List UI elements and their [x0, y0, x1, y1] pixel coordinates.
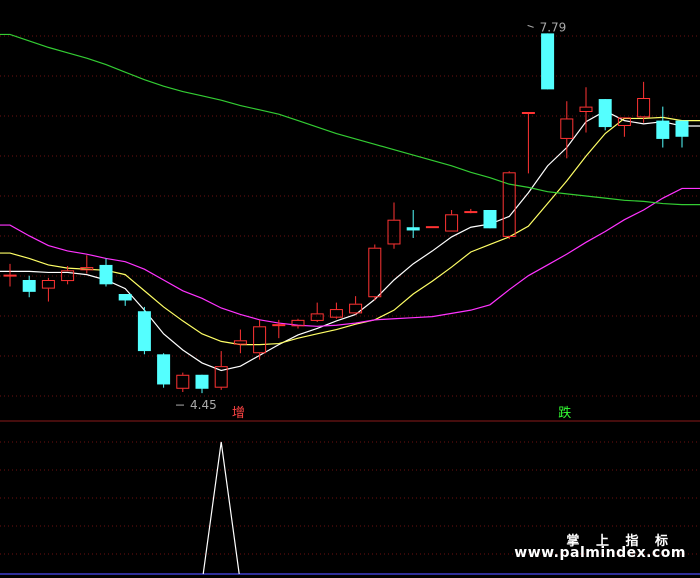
ma-line — [0, 33, 700, 206]
candle-body — [579, 106, 593, 113]
candle — [195, 374, 209, 394]
candle — [3, 263, 17, 287]
signal-label: 增 — [232, 406, 245, 421]
ma-line — [0, 110, 700, 372]
candle — [310, 302, 324, 322]
candle-body — [310, 313, 324, 321]
candle — [368, 244, 382, 301]
candle-body — [41, 280, 55, 289]
candle-body — [445, 214, 459, 232]
candle-body — [406, 227, 420, 231]
candle-body — [233, 340, 247, 345]
candlesticks — [3, 33, 689, 394]
candle — [176, 372, 190, 392]
candle — [464, 208, 478, 214]
candle — [656, 106, 670, 148]
candle — [137, 306, 151, 355]
candle — [80, 255, 94, 274]
candle — [675, 120, 689, 148]
candle — [22, 275, 36, 298]
candle — [406, 210, 420, 238]
candle-body — [656, 120, 670, 139]
candle-body — [425, 226, 439, 229]
candle-body — [195, 374, 209, 389]
candle — [425, 226, 439, 229]
stock-chart: 7.79 4.45 增 跌 — [0, 20, 700, 575]
watermark-url: www.palmindex.com — [514, 545, 686, 561]
candle-body — [22, 280, 36, 292]
high-price-label: 7.79 — [540, 20, 567, 34]
candle — [598, 99, 612, 131]
low-price-label: 4.45 — [190, 398, 217, 412]
candle-body — [560, 118, 574, 139]
candle-body — [483, 210, 497, 229]
candle-body — [464, 211, 478, 214]
candle-body — [253, 326, 267, 354]
candle — [637, 81, 651, 123]
candle — [579, 87, 593, 133]
candle-body — [99, 264, 113, 285]
candle-body — [118, 294, 132, 301]
candle-body — [521, 112, 535, 114]
candle-body — [541, 33, 555, 90]
candle — [157, 353, 171, 388]
candle — [291, 318, 305, 329]
candle — [99, 258, 113, 287]
candle — [233, 329, 247, 354]
candle-body — [176, 374, 190, 389]
candle-body — [157, 354, 171, 385]
candle — [541, 33, 555, 90]
candle — [483, 210, 497, 229]
candle — [502, 171, 516, 240]
price-annotations: 7.79 4.45 增 跌 — [176, 20, 571, 421]
candle — [41, 277, 55, 302]
high-arrow — [527, 24, 534, 28]
candle-body — [675, 120, 689, 137]
candle-body — [272, 324, 286, 327]
moving-average-lines — [0, 33, 700, 372]
candle — [445, 210, 459, 232]
candle-body — [137, 311, 151, 352]
candle-body — [387, 219, 401, 245]
candle — [387, 202, 401, 249]
candle-body — [637, 98, 651, 118]
candle — [118, 294, 132, 306]
candle-body — [368, 247, 382, 298]
candle — [521, 112, 535, 174]
candle-body — [598, 99, 612, 128]
candle — [560, 101, 574, 159]
signal-label: 跌 — [558, 405, 571, 421]
candle-body — [3, 274, 17, 277]
